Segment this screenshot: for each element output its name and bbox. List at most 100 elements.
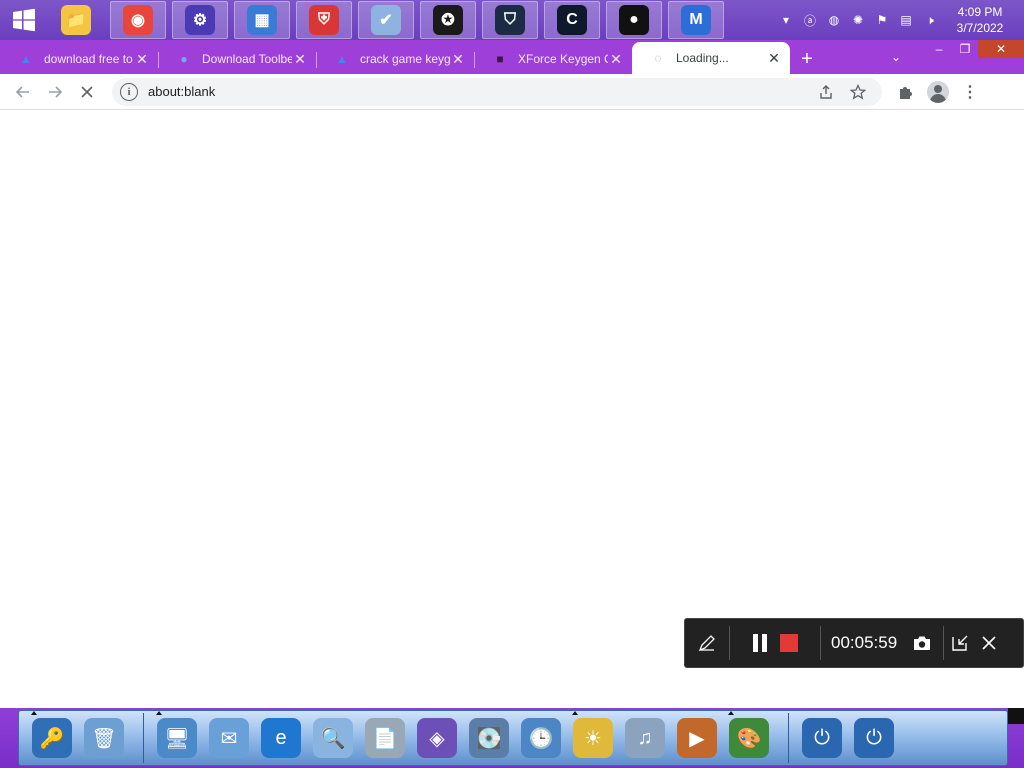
- camera-icon: [914, 636, 931, 650]
- stop-loading-button[interactable]: [72, 77, 102, 107]
- close-tab-icon[interactable]: ✕: [608, 51, 624, 67]
- close-tab-icon[interactable]: ✕: [292, 51, 308, 67]
- start-button[interactable]: [0, 0, 48, 40]
- dock-item-video[interactable]: ▶: [674, 715, 720, 761]
- stop-button[interactable]: [774, 618, 804, 668]
- clock[interactable]: 4:09 PM 3/7/2022: [942, 4, 1018, 36]
- url-text[interactable]: about:blank: [148, 84, 810, 99]
- chevron-down-icon: ⌄: [890, 50, 902, 64]
- file-explorer-icon: 📁: [61, 5, 91, 35]
- info-icon[interactable]: i: [120, 82, 138, 101]
- puzzle-icon: [900, 86, 912, 99]
- extensions-button[interactable]: [890, 78, 922, 106]
- recording-timer: 00:05:59: [831, 633, 898, 652]
- profile-button[interactable]: [922, 78, 954, 106]
- browser-tab[interactable]: ◌ Loading... ✕: [632, 42, 790, 74]
- recorder-tray-icon[interactable]: ◍: [823, 9, 845, 31]
- dock-item-logoff[interactable]: ⏻: [799, 715, 845, 761]
- dock-item-photo[interactable]: ☀: [570, 711, 616, 761]
- close-window-button[interactable]: ✕: [978, 40, 1024, 58]
- logoff-icon: ⏻: [802, 718, 842, 758]
- share-button[interactable]: [810, 78, 842, 106]
- chevron-up-icon[interactable]: ▾: [775, 9, 797, 31]
- dock-item-mail[interactable]: ✉: [206, 715, 252, 761]
- dock-item-magnifier[interactable]: 🔍: [310, 715, 356, 761]
- flag-icon[interactable]: ⚑: [871, 9, 893, 31]
- restore-button[interactable]: ❐: [952, 40, 978, 58]
- disk-drive-icon: 💽: [469, 718, 509, 758]
- folder-clock-icon: 🕒: [521, 718, 561, 758]
- address-bar[interactable]: i about:blank: [112, 77, 882, 106]
- minimize-button[interactable]: –: [926, 40, 952, 58]
- plus-icon: +: [801, 47, 813, 70]
- tab-favicon-icon: ◌: [654, 51, 662, 65]
- screen-recorder-widget: 00:05:59: [684, 618, 1024, 668]
- red-circle-icon[interactable]: ✺: [847, 9, 869, 31]
- tab-title: crack game keyge: [360, 52, 450, 66]
- malwarebytes-icon: M: [681, 5, 711, 35]
- browser-tab[interactable]: ● Download Toolbe ✕: [158, 44, 316, 74]
- close-tab-icon[interactable]: ✕: [450, 51, 466, 67]
- dock-item-network-computer[interactable]: 🖥: [154, 711, 200, 761]
- more-vertical-icon: ⋮: [962, 83, 978, 101]
- tab-search-button[interactable]: ⌄: [876, 40, 916, 74]
- taskbar-app-ccleaner[interactable]: C: [544, 1, 600, 39]
- volume-muted-icon[interactable]: 🕨: [919, 9, 941, 31]
- annotate-button[interactable]: [685, 618, 729, 668]
- network-icon[interactable]: ▤: [895, 9, 917, 31]
- close-tab-icon[interactable]: ✕: [134, 51, 150, 67]
- vpn-shield-icon: ⛉: [495, 5, 525, 35]
- dock-item-paint[interactable]: 🎨: [726, 711, 772, 761]
- avira-icon[interactable]: ⓐ: [799, 9, 821, 31]
- dock-item-key[interactable]: 🔑: [29, 711, 75, 761]
- red-gear-icon: ✪: [433, 5, 463, 35]
- arrow-right-icon: [49, 85, 63, 98]
- magnifier-icon: 🔍: [313, 718, 353, 758]
- browser-tab[interactable]: ■ XForce Keygen C ✕: [474, 44, 632, 74]
- control-panel-icon: ▦: [247, 5, 277, 35]
- dock-item-internet-explorer[interactable]: e: [258, 715, 304, 761]
- dock-item-disk-drive[interactable]: 💽: [466, 715, 512, 761]
- dock-item-power[interactable]: ⏻: [851, 715, 897, 761]
- taskbar-app-screen-recorder[interactable]: ●: [606, 1, 662, 39]
- taskbar-app-blue-shield[interactable]: ✔: [358, 1, 414, 39]
- bookmark-button[interactable]: [842, 78, 874, 106]
- dock-item-folder-clock[interactable]: 🕒: [518, 715, 564, 761]
- key-icon: 🔑: [32, 718, 72, 758]
- forward-button[interactable]: [40, 77, 70, 107]
- tab-title: Download Toolbe: [202, 52, 292, 66]
- taskbar-app-red-gear[interactable]: ✪: [420, 1, 476, 39]
- taskbar-pinned-apps: 📁 ◉ ⚙ ▦ ⛨ ✔ ✪ ⛉ C ● M: [48, 1, 730, 39]
- tab-title: XForce Keygen C: [518, 52, 608, 66]
- music-icon: ♫: [625, 718, 665, 758]
- share-icon: [820, 84, 832, 99]
- taskbar-app-malwarebytes[interactable]: M: [668, 1, 724, 39]
- browser-tab[interactable]: ▲ download free to ✕: [0, 44, 158, 74]
- taskbar-app-control-panel[interactable]: ▦: [234, 1, 290, 39]
- clock-date: 3/7/2022: [956, 21, 1004, 35]
- taskbar-app-settings[interactable]: ⚙: [172, 1, 228, 39]
- rtf-document-icon: 📄: [365, 718, 405, 758]
- browser-tab[interactable]: ▲ crack game keyge ✕: [316, 44, 474, 74]
- menu-button[interactable]: ⋮: [954, 78, 986, 106]
- close-tab-icon[interactable]: ✕: [766, 50, 782, 66]
- dock-item-rtf-document[interactable]: 📄: [362, 715, 408, 761]
- screenshot-button[interactable]: [907, 618, 937, 668]
- taskbar-app-vpn-shield[interactable]: ⛉: [482, 1, 538, 39]
- dock-item-trash[interactable]: 🗑: [81, 715, 127, 761]
- system-tray: ▾ ⓐ ◍ ✺ ⚑ ▤ 🕨 4:09 PM 3/7/2022: [774, 0, 1024, 40]
- close-recorder-button[interactable]: [976, 618, 1002, 668]
- pen-icon: [698, 635, 715, 652]
- tab-favicon-icon: ▲: [336, 52, 348, 66]
- dock-item-music[interactable]: ♫: [622, 715, 668, 761]
- dock-item-cube[interactable]: ◈: [414, 715, 460, 761]
- back-button[interactable]: [8, 77, 38, 107]
- minimize-recorder-button[interactable]: [944, 618, 976, 668]
- new-tab-button[interactable]: +: [790, 44, 824, 74]
- ccleaner-icon: C: [557, 5, 587, 35]
- dock-separator: [143, 713, 144, 763]
- red-shield-icon: ⛨: [309, 5, 339, 35]
- taskbar-app-chrome[interactable]: ◉: [110, 1, 166, 39]
- taskbar-app-file-explorer[interactable]: 📁: [48, 1, 104, 39]
- taskbar-app-red-shield[interactable]: ⛨: [296, 1, 352, 39]
